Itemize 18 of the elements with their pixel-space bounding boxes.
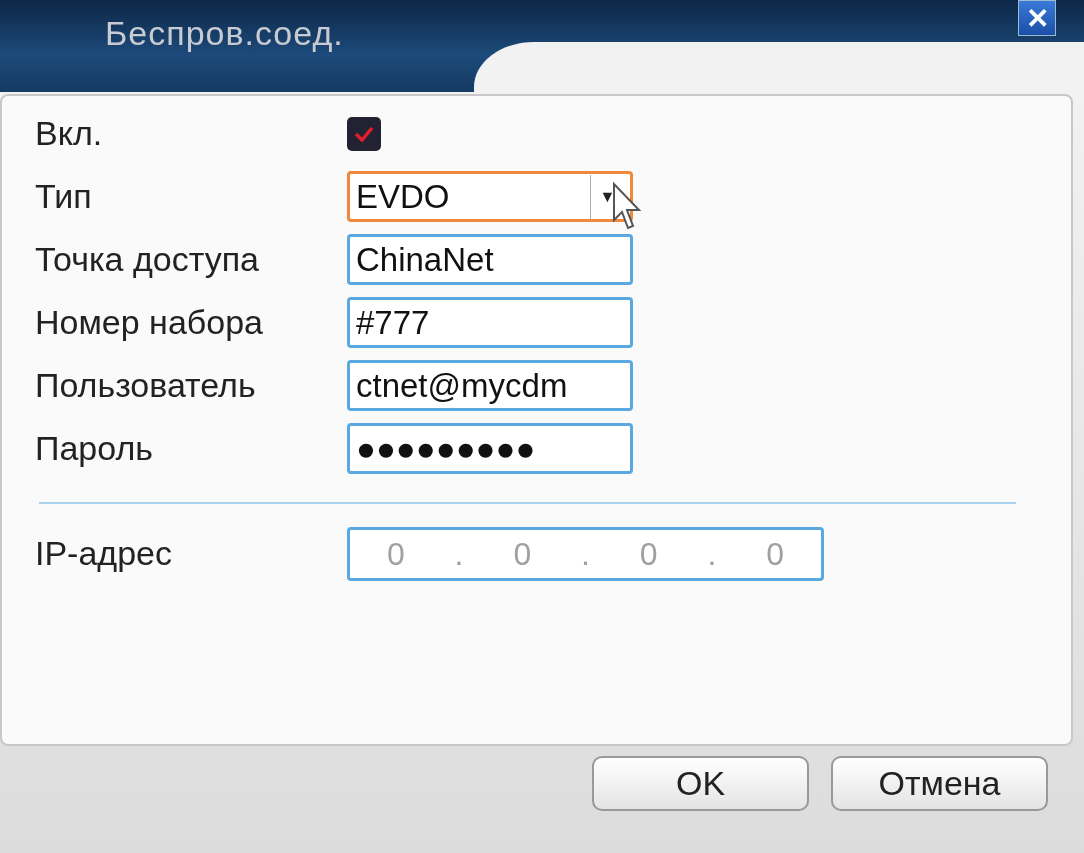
input-field[interactable]: #777	[347, 297, 633, 348]
enable-checkbox[interactable]	[347, 116, 381, 151]
input-field[interactable]: ●●●●●●●●●	[347, 423, 633, 474]
field-label: Пользователь	[35, 365, 257, 406]
cancel-button[interactable]: Отмена	[831, 756, 1048, 811]
ok-button[interactable]: OK	[592, 756, 809, 811]
mouse-pointer-icon	[612, 182, 642, 232]
window-title: Беспров.соед.	[105, 13, 344, 54]
input-field[interactable]: ChinaNet	[347, 234, 633, 285]
input-field[interactable]: ctnet@mycdm	[347, 360, 633, 411]
field-label: IP-адрес	[35, 533, 173, 574]
field-label: Точка доступа	[35, 239, 260, 280]
type-dropdown[interactable]: EVDO ▼	[347, 171, 633, 222]
close-button[interactable]: ✕	[1018, 0, 1056, 36]
field-label: Вкл.	[35, 113, 104, 154]
field-label: Тип	[35, 176, 93, 217]
field-label: Пароль	[35, 428, 154, 469]
field-label: Номер набора	[35, 302, 264, 343]
